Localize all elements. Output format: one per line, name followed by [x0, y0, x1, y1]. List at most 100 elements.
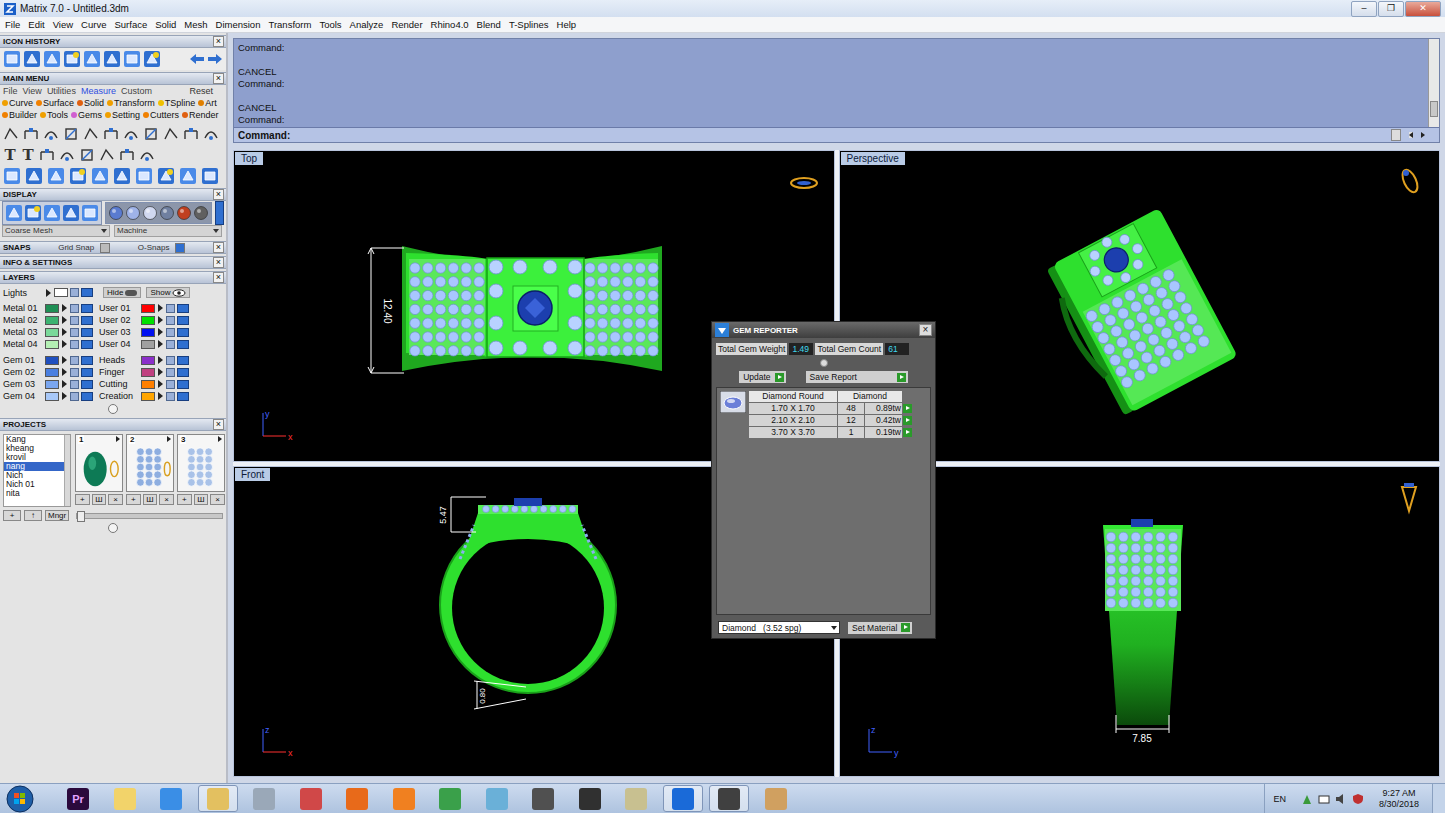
show-button[interactable]: Show: [146, 287, 190, 298]
category-item[interactable]: Render: [182, 110, 219, 120]
project-item[interactable]: krovil: [4, 453, 70, 462]
project-button[interactable]: +: [3, 510, 21, 521]
expand-arrow-icon[interactable]: [158, 356, 163, 364]
project-item[interactable]: Nich: [4, 471, 70, 480]
language-indicator[interactable]: EN: [1273, 794, 1286, 804]
taskbar-app[interactable]: [198, 785, 238, 812]
slider-knob[interactable]: [77, 511, 85, 522]
window-control-button[interactable]: ✕: [1405, 1, 1441, 17]
history-tool-icon[interactable]: [113, 167, 131, 185]
layer-row[interactable]: User 02: [99, 314, 189, 326]
visibility-icon[interactable]: [81, 356, 93, 365]
taskbar-app[interactable]: [430, 785, 470, 812]
display-toggle[interactable]: [215, 201, 224, 225]
close-button[interactable]: ×: [213, 272, 224, 283]
history-tool-icon[interactable]: [43, 50, 61, 68]
thumbnail-size-slider[interactable]: [76, 513, 223, 519]
project-button[interactable]: ↑: [24, 510, 42, 521]
lock-icon[interactable]: [70, 392, 79, 401]
layer-row[interactable]: Cutting: [99, 378, 189, 390]
update-button[interactable]: Update: [739, 371, 785, 383]
thumbnail-action-button[interactable]: +: [177, 494, 192, 505]
taskbar-app[interactable]: [477, 785, 517, 812]
sphere-icon[interactable]: [159, 205, 175, 221]
expand-arrow-icon[interactable]: [158, 328, 163, 336]
tool-icon[interactable]: [3, 126, 19, 142]
spin-icon[interactable]: [1391, 129, 1401, 141]
tool-icon[interactable]: [163, 126, 179, 142]
view-cube-icon[interactable]: [1402, 483, 1416, 511]
sphere-icon[interactable]: [142, 205, 158, 221]
tool-icon[interactable]: [143, 126, 159, 142]
thumbnail-action-button[interactable]: Ш: [143, 494, 158, 505]
category-item[interactable]: Gems: [71, 110, 102, 120]
taskbar-app[interactable]: [616, 785, 656, 812]
expand-arrow-icon[interactable]: [62, 392, 67, 400]
taskbar-app[interactable]: [756, 785, 796, 812]
tool-icon[interactable]: [79, 147, 95, 163]
visibility-icon[interactable]: [177, 304, 189, 313]
scroll-thumb[interactable]: [1430, 101, 1438, 117]
history-tool-icon[interactable]: [62, 204, 80, 222]
layer-color[interactable]: [141, 340, 155, 349]
lock-icon[interactable]: [166, 380, 175, 389]
ring-perspective-view[interactable]: [1040, 208, 1238, 419]
expand-arrow-icon[interactable]: [62, 368, 67, 376]
tool-icon[interactable]: [99, 147, 115, 163]
layer-row[interactable]: Gem 03: [3, 378, 93, 390]
lock-icon[interactable]: [70, 340, 79, 349]
table-row[interactable]: 2.10 X 2.10 12 0.42tw: [749, 415, 912, 426]
lock-icon[interactable]: [166, 368, 175, 377]
history-tool-icon[interactable]: [5, 204, 23, 222]
visibility-icon[interactable]: [177, 316, 189, 325]
history-tool-icon[interactable]: [103, 50, 121, 68]
history-tool-icon[interactable]: [135, 167, 153, 185]
layer-color[interactable]: [45, 304, 59, 313]
clock[interactable]: 9:27 AM 8/30/2018: [1379, 788, 1419, 810]
taskbar-app[interactable]: [337, 785, 377, 812]
close-button[interactable]: ×: [919, 324, 932, 336]
menu-item[interactable]: Curve: [77, 19, 110, 30]
snap-checkbox[interactable]: [175, 243, 185, 253]
taskbar-app[interactable]: [709, 785, 749, 812]
layer-row[interactable]: Heads: [99, 354, 189, 366]
tool-icon[interactable]: [39, 147, 55, 163]
history-tool-icon[interactable]: [24, 204, 42, 222]
viewport-label[interactable]: Front: [235, 468, 270, 481]
text-tool-button[interactable]: T: [21, 146, 35, 164]
menu-item[interactable]: Blend: [473, 19, 505, 30]
lock-icon[interactable]: [70, 304, 79, 313]
menu-item[interactable]: Mesh: [180, 19, 211, 30]
category-item[interactable]: Solid: [77, 98, 104, 108]
go-arrow-icon[interactable]: [903, 428, 912, 437]
visibility-icon[interactable]: [177, 380, 189, 389]
mesh-dropdown[interactable]: Coarse Mesh: [2, 225, 110, 237]
lock-icon[interactable]: [70, 328, 79, 337]
display-header[interactable]: DISPLAY ×: [0, 188, 226, 201]
dialog-title-bar[interactable]: GEM REPORTER ×: [712, 322, 935, 338]
menu-item[interactable]: Analyze: [346, 19, 388, 30]
grid-snap-toggle[interactable]: Grid Snap: [58, 243, 94, 252]
viewport-label[interactable]: Perspective: [841, 152, 905, 165]
sphere-icon[interactable]: [108, 205, 124, 221]
tool-icon[interactable]: [183, 126, 199, 142]
taskbar-app[interactable]: [523, 785, 563, 812]
thumbnail-action-button[interactable]: Ш: [92, 494, 107, 505]
history-tool-icon[interactable]: [143, 50, 161, 68]
history-tool-icon[interactable]: [201, 167, 219, 185]
history-tool-icon[interactable]: [63, 50, 81, 68]
expand-arrow-icon[interactable]: [158, 340, 163, 348]
lock-icon[interactable]: [166, 356, 175, 365]
history-tool-icon[interactable]: [91, 167, 109, 185]
main-menu-tab[interactable]: Utilities: [47, 86, 76, 96]
visibility-icon[interactable]: [81, 380, 93, 389]
snaps-header[interactable]: SNAPS Grid Snap O-Snaps ×: [0, 241, 226, 254]
menu-item[interactable]: Help: [553, 19, 581, 30]
layers-header[interactable]: LAYERS ×: [0, 271, 226, 284]
expand-arrow-icon[interactable]: [158, 368, 163, 376]
projects-header[interactable]: PROJECTS ×: [0, 418, 226, 431]
view-cube-icon[interactable]: [1399, 168, 1420, 195]
taskbar-app[interactable]: [663, 785, 703, 812]
menu-item[interactable]: Transform: [264, 19, 315, 30]
reset-button[interactable]: Reset: [189, 86, 223, 96]
